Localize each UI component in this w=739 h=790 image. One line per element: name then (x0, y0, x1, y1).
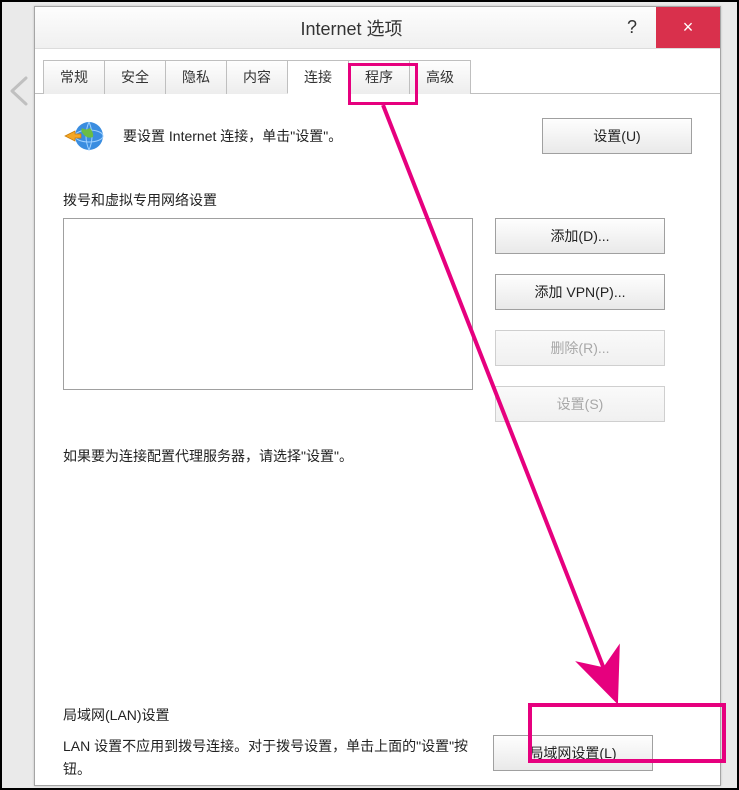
dial-note: 如果要为连接配置代理服务器，请选择"设置"。 (63, 446, 493, 466)
lan-text: LAN 设置不应用到拨号连接。对于拨号设置，单击上面的"设置"按钮。 (63, 735, 473, 780)
help-icon: ? (627, 17, 637, 38)
remove-button: 删除(R)... (495, 330, 665, 366)
globe-wizard-icon (63, 114, 107, 158)
internet-options-dialog: Internet 选项 ? × 常规 安全 隐私 内容 连接 程序 高级 (34, 6, 721, 786)
tab-security[interactable]: 安全 (104, 60, 166, 94)
button-label: 局域网设置(L) (529, 745, 616, 761)
lan-row: LAN 设置不应用到拨号连接。对于拨号设置，单击上面的"设置"按钮。 局域网设置… (63, 735, 692, 780)
window-backdrop: Internet 选项 ? × 常规 安全 隐私 内容 连接 程序 高级 (0, 0, 739, 790)
tab-label: 程序 (365, 69, 393, 85)
add-vpn-button[interactable]: 添加 VPN(P)... (495, 274, 665, 310)
tab-content[interactable]: 内容 (226, 60, 288, 94)
dial-buttons: 添加(D)... 添加 VPN(P)... 删除(R)... 设置(S) (495, 218, 665, 422)
button-label: 设置(U) (593, 128, 640, 144)
close-icon: × (683, 17, 694, 38)
back-chevron-icon (6, 76, 34, 110)
tab-programs[interactable]: 程序 (348, 60, 410, 94)
dial-row: 添加(D)... 添加 VPN(P)... 删除(R)... 设置(S) (63, 218, 692, 422)
lan-settings-button[interactable]: 局域网设置(L) (493, 735, 653, 771)
tab-general[interactable]: 常规 (43, 60, 105, 94)
tab-advanced[interactable]: 高级 (409, 60, 471, 94)
tab-label: 连接 (304, 69, 332, 85)
lan-section: 局域网(LAN)设置 LAN 设置不应用到拨号连接。对于拨号设置，单击上面的"设… (63, 705, 692, 780)
setup-button[interactable]: 设置(U) (542, 118, 692, 154)
tab-label: 高级 (426, 69, 454, 85)
dial-connections-listbox[interactable] (63, 218, 473, 390)
tab-label: 隐私 (182, 69, 210, 85)
add-button[interactable]: 添加(D)... (495, 218, 665, 254)
tab-label: 常规 (60, 69, 88, 85)
tab-label: 内容 (243, 69, 271, 85)
titlebar-controls: ? × (608, 7, 720, 48)
button-label: 删除(R)... (550, 340, 609, 356)
button-label: 添加 VPN(P)... (534, 284, 625, 300)
tab-privacy[interactable]: 隐私 (165, 60, 227, 94)
help-button[interactable]: ? (608, 7, 656, 48)
window-title: Internet 选项 (35, 15, 608, 41)
dial-settings-button: 设置(S) (495, 386, 665, 422)
close-button[interactable]: × (656, 7, 720, 48)
dial-group-label: 拨号和虚拟专用网络设置 (63, 190, 692, 210)
button-label: 添加(D)... (550, 228, 609, 244)
lan-group-label: 局域网(LAN)设置 (63, 705, 692, 725)
titlebar: Internet 选项 ? × (35, 7, 720, 49)
tab-body: 要设置 Internet 连接，单击"设置"。 设置(U) 拨号和虚拟专用网络设… (35, 94, 720, 790)
setup-row: 要设置 Internet 连接，单击"设置"。 设置(U) (63, 114, 692, 158)
setup-text: 要设置 Internet 连接，单击"设置"。 (123, 126, 526, 146)
tab-label: 安全 (121, 69, 149, 85)
tab-connections[interactable]: 连接 (287, 60, 349, 94)
button-label: 设置(S) (557, 396, 604, 412)
tabstrip: 常规 安全 隐私 内容 连接 程序 高级 (35, 49, 720, 94)
